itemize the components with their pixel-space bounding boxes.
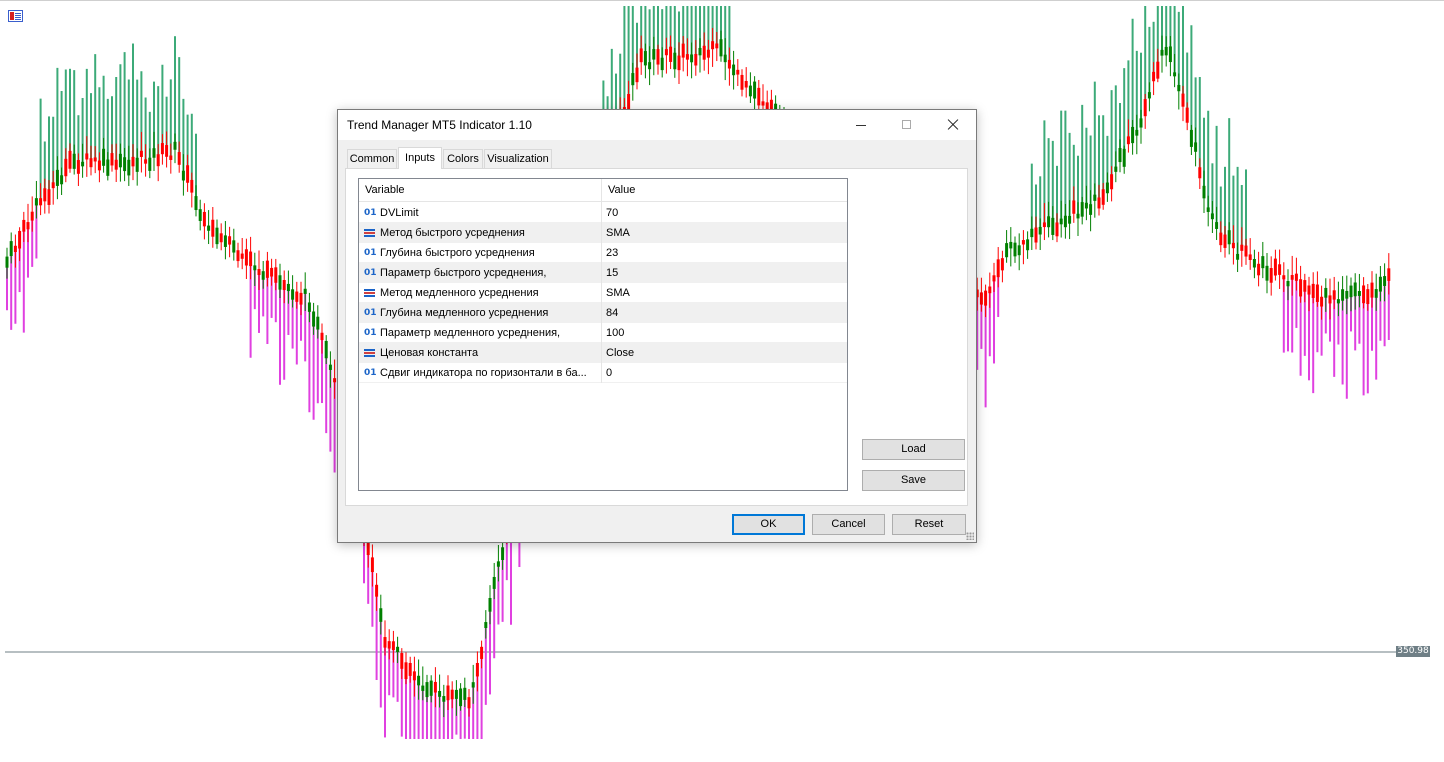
inputs-panel: Variable Value 01 DVLimit 70 Метод быстрого… — [345, 168, 968, 506]
input-variable-name: Параметр медленного усреднения, — [380, 327, 561, 339]
input-value[interactable]: Close — [606, 347, 634, 359]
input-value[interactable]: 70 — [606, 207, 618, 219]
indicator-properties-dialog: Trend Manager MT5 Indicator 1.10 Common … — [337, 109, 977, 543]
load-button[interactable]: Load — [862, 439, 965, 460]
int-icon: 01 — [364, 368, 377, 378]
column-header-variable[interactable]: Variable — [365, 184, 405, 196]
column-divider[interactable] — [601, 179, 602, 383]
input-variable-name: DVLimit — [380, 207, 419, 219]
input-variable-name: Глубина быстрого усреднения — [380, 247, 535, 259]
tab-colors[interactable]: Colors — [443, 149, 483, 168]
dialog-title: Trend Manager MT5 Indicator 1.10 — [347, 118, 532, 132]
input-value[interactable]: SMA — [606, 287, 630, 299]
tab-inputs[interactable]: Inputs — [398, 147, 442, 169]
input-value[interactable]: 0 — [606, 367, 612, 379]
current-price-label: 350.98 — [1396, 646, 1430, 657]
input-variable-name: Сдвиг индикатора по горизонтали в ба... — [380, 367, 587, 379]
int-icon: 01 — [364, 208, 377, 218]
input-variable-name: Ценовая константа — [380, 347, 479, 359]
minimize-icon[interactable] — [838, 110, 884, 140]
input-value[interactable]: SMA — [606, 227, 630, 239]
int-icon: 01 — [364, 308, 377, 318]
input-row[interactable]: 01 Сдвиг индикатора по горизонтали в ба..… — [359, 363, 847, 383]
inputs-grid[interactable]: Variable Value 01 DVLimit 70 Метод быстрого… — [358, 178, 848, 491]
input-value[interactable]: 100 — [606, 327, 624, 339]
int-icon: 01 — [364, 248, 377, 258]
input-variable-name: Метод быстрого усреднения — [380, 227, 525, 239]
dialog-titlebar[interactable]: Trend Manager MT5 Indicator 1.10 — [338, 110, 976, 140]
input-row[interactable]: 01 Параметр медленного усреднения, 100 — [359, 323, 847, 343]
input-variable-name: Глубина медленного усреднения — [380, 307, 549, 319]
input-row[interactable]: Метод медленного усреднения SMA — [359, 283, 847, 303]
input-row[interactable]: 01 Глубина медленного усреднения 84 — [359, 303, 847, 323]
save-button[interactable]: Save — [862, 470, 965, 491]
input-variable-name: Параметр быстрого усреднения, — [380, 267, 547, 279]
cancel-button[interactable]: Cancel — [812, 514, 885, 535]
maximize-icon — [884, 110, 930, 140]
reset-button[interactable]: Reset — [892, 514, 966, 535]
resize-grip-icon[interactable] — [966, 532, 974, 540]
enum-icon — [364, 229, 375, 238]
enum-icon — [364, 349, 375, 358]
int-icon: 01 — [364, 328, 377, 338]
ok-button[interactable]: OK — [732, 514, 805, 535]
close-icon[interactable] — [930, 110, 976, 140]
tab-visualization[interactable]: Visualization — [484, 149, 552, 168]
input-value[interactable]: 23 — [606, 247, 618, 259]
grid-header: Variable Value — [359, 179, 847, 202]
input-value[interactable]: 15 — [606, 267, 618, 279]
int-icon: 01 — [364, 268, 377, 278]
tab-common[interactable]: Common — [347, 149, 397, 168]
enum-icon — [364, 289, 375, 298]
input-row[interactable]: Метод быстрого усреднения SMA — [359, 223, 847, 243]
input-value[interactable]: 84 — [606, 307, 618, 319]
chart-menu-icon[interactable] — [8, 10, 23, 22]
input-row[interactable]: Ценовая константа Close — [359, 343, 847, 363]
input-variable-name: Метод медленного усреднения — [380, 287, 539, 299]
input-row[interactable]: 01 Параметр быстрого усреднения, 15 — [359, 263, 847, 283]
input-row[interactable]: 01 Глубина быстрого усреднения 23 — [359, 243, 847, 263]
input-row[interactable]: 01 DVLimit 70 — [359, 203, 847, 223]
column-header-value[interactable]: Value — [608, 184, 635, 196]
